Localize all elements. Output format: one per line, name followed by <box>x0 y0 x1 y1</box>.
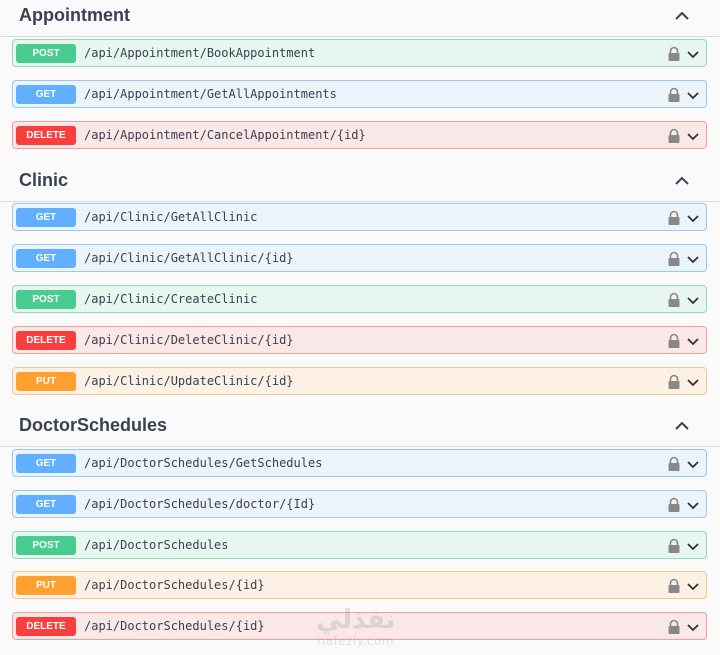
operation-row[interactable]: DELETE /api/DoctorSchedules/{id} <box>12 612 707 640</box>
chevron-down-icon[interactable] <box>685 456 701 472</box>
chevron-down-icon[interactable] <box>685 538 701 554</box>
method-badge: GET <box>16 454 76 473</box>
section-header-clinic[interactable]: Clinic <box>0 165 720 202</box>
operation-row[interactable]: POST /api/Appointment/BookAppointment <box>12 39 707 67</box>
chevron-down-icon[interactable] <box>685 128 701 144</box>
endpoint-path: /api/Clinic/GetAllClinic <box>84 210 258 224</box>
chevron-down-icon[interactable] <box>685 578 701 594</box>
lock-icon[interactable] <box>667 251 681 267</box>
chevron-up-icon[interactable] <box>671 416 693 436</box>
chevron-down-icon[interactable] <box>685 497 701 513</box>
operation-row[interactable]: GET /api/Clinic/GetAllClinic/{id} <box>12 244 707 272</box>
operation-row[interactable]: GET /api/DoctorSchedules/GetSchedules <box>12 449 707 477</box>
lock-icon[interactable] <box>667 374 681 390</box>
chevron-down-icon[interactable] <box>685 374 701 390</box>
chevron-down-icon[interactable] <box>685 87 701 103</box>
lock-icon[interactable] <box>667 210 681 226</box>
chevron-up-icon[interactable] <box>671 6 693 26</box>
endpoint-path: /api/Appointment/GetAllAppointments <box>84 87 337 101</box>
operation-row[interactable]: POST /api/Clinic/CreateClinic <box>12 285 707 313</box>
lock-icon[interactable] <box>667 497 681 513</box>
method-badge: GET <box>16 208 76 227</box>
chevron-up-icon[interactable] <box>671 171 693 191</box>
method-badge: DELETE <box>16 617 76 636</box>
lock-icon[interactable] <box>667 333 681 349</box>
endpoint-path: /api/DoctorSchedules <box>84 538 229 552</box>
lock-icon[interactable] <box>667 87 681 103</box>
method-badge: PUT <box>16 576 76 595</box>
endpoint-path: /api/DoctorSchedules/{id} <box>84 578 265 592</box>
method-badge: POST <box>16 536 76 555</box>
method-badge: POST <box>16 44 76 63</box>
endpoint-path: /api/DoctorSchedules/GetSchedules <box>84 456 323 470</box>
chevron-down-icon[interactable] <box>685 210 701 226</box>
lock-icon[interactable] <box>667 619 681 635</box>
operation-row[interactable]: PUT /api/DoctorSchedules/{id} <box>12 571 707 599</box>
operation-row[interactable]: POST /api/DoctorSchedules <box>12 531 707 559</box>
endpoint-path: /api/Appointment/CancelAppointment/{id} <box>84 128 366 142</box>
method-badge: DELETE <box>16 126 76 145</box>
chevron-down-icon[interactable] <box>685 46 701 62</box>
lock-icon[interactable] <box>667 128 681 144</box>
lock-icon[interactable] <box>667 578 681 594</box>
method-badge: GET <box>16 249 76 268</box>
lock-icon[interactable] <box>667 456 681 472</box>
method-badge: DELETE <box>16 331 76 350</box>
endpoint-path: /api/Clinic/UpdateClinic/{id} <box>84 374 294 388</box>
endpoint-path: /api/Clinic/GetAllClinic/{id} <box>84 251 294 265</box>
method-badge: POST <box>16 290 76 309</box>
operation-row[interactable]: GET /api/Appointment/GetAllAppointments <box>12 80 707 108</box>
method-badge: GET <box>16 85 76 104</box>
operation-row[interactable]: GET /api/Clinic/GetAllClinic <box>12 203 707 231</box>
section-title: Appointment <box>19 5 130 25</box>
chevron-down-icon[interactable] <box>685 619 701 635</box>
endpoint-path: /api/DoctorSchedules/{id} <box>84 619 265 633</box>
operation-row[interactable]: GET /api/DoctorSchedules/doctor/{Id} <box>12 490 707 518</box>
endpoint-path: /api/Appointment/BookAppointment <box>84 46 316 60</box>
section-title: Clinic <box>19 170 69 190</box>
lock-icon[interactable] <box>667 538 681 554</box>
lock-icon[interactable] <box>667 292 681 308</box>
endpoint-path: /api/DoctorSchedules/doctor/{Id} <box>84 497 316 511</box>
method-badge: GET <box>16 495 76 514</box>
chevron-down-icon[interactable] <box>685 251 701 267</box>
lock-icon[interactable] <box>667 46 681 62</box>
endpoint-path: /api/Clinic/DeleteClinic/{id} <box>84 333 294 347</box>
section-header-appointment[interactable]: Appointment <box>0 0 720 37</box>
operation-row[interactable]: DELETE /api/Appointment/CancelAppointmen… <box>12 121 707 149</box>
method-badge: PUT <box>16 372 76 391</box>
chevron-down-icon[interactable] <box>685 292 701 308</box>
section-title: DoctorSchedules <box>19 415 168 435</box>
section-header-doctor-schedules[interactable]: DoctorSchedules <box>0 410 720 447</box>
chevron-down-icon[interactable] <box>685 333 701 349</box>
endpoint-path: /api/Clinic/CreateClinic <box>84 292 258 306</box>
operation-row[interactable]: PUT /api/Clinic/UpdateClinic/{id} <box>12 367 707 395</box>
operation-row[interactable]: DELETE /api/Clinic/DeleteClinic/{id} <box>12 326 707 354</box>
